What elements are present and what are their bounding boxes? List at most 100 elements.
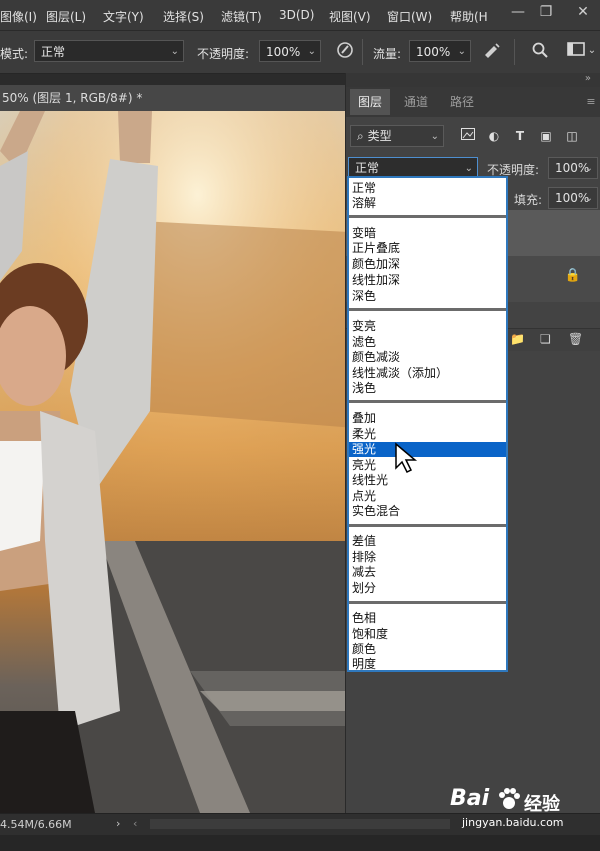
layer-opacity-field[interactable]: 100% ⌄ bbox=[548, 157, 598, 179]
separator bbox=[349, 215, 506, 218]
new-layer-icon[interactable]: ❏ bbox=[540, 332, 551, 346]
opacity-field[interactable]: 100% ⌄ bbox=[259, 40, 321, 62]
watermark-url: jingyan.baidu.com bbox=[462, 816, 564, 829]
flow-label: 流量: bbox=[373, 47, 402, 61]
menu-type[interactable]: 文字(Y) bbox=[103, 8, 144, 25]
bottom-strip bbox=[0, 835, 600, 851]
delete-layer-icon[interactable]: 🗑 bbox=[568, 332, 583, 346]
fill-label: 填充: bbox=[514, 193, 543, 207]
chevron-down-icon: ⌄ bbox=[584, 193, 593, 204]
new-group-icon[interactable]: 📁 bbox=[510, 332, 525, 346]
airbrush-icon[interactable] bbox=[482, 41, 502, 61]
blend-mode-dropdown: 正常 溶解 变暗 正片叠底 颜色加深 线性加深 深色 变亮 滤色 颜色减淡 线性… bbox=[347, 176, 508, 672]
chevron-down-icon: ⌄ bbox=[457, 46, 466, 57]
document-tab[interactable]: 50% (图层 1, RGB/8#) * bbox=[0, 85, 345, 111]
restore-icon[interactable]: ❐ bbox=[532, 0, 560, 26]
shape-filter-icon[interactable]: ▣ bbox=[538, 128, 554, 144]
menu-bar: 图像(I) 图层(L) 文字(Y) 选择(S) 滤镜(T) 3D(D) 视图(V… bbox=[0, 0, 600, 31]
options-bar: 模式: 正常 ⌄ 不透明度: 100% ⌄ 流量: 100% ⌄ ⌄ bbox=[0, 31, 600, 74]
menu-help[interactable]: 帮助(H bbox=[450, 8, 488, 25]
menu-view[interactable]: 视图(V) bbox=[329, 8, 371, 25]
separator bbox=[349, 524, 506, 527]
opacity-value: 100% bbox=[266, 45, 301, 59]
fill-field[interactable]: 100% ⌄ bbox=[548, 187, 598, 209]
blend-mode-exclusion[interactable]: 排除 bbox=[349, 550, 506, 565]
layer-filter-select[interactable]: ⌕ 类型 ⌄ bbox=[350, 125, 444, 147]
chevron-down-icon: ⌄ bbox=[584, 163, 593, 174]
chevron-down-icon: ⌄ bbox=[307, 46, 316, 57]
blend-mode-color-burn[interactable]: 颜色加深 bbox=[349, 257, 506, 272]
blend-mode-hard-light[interactable]: 强光 bbox=[349, 442, 506, 457]
tab-paths[interactable]: 路径 bbox=[442, 89, 482, 115]
chevron-down-icon[interactable]: ⌄ bbox=[586, 41, 598, 61]
blend-mode-soft-light[interactable]: 柔光 bbox=[349, 427, 506, 442]
blend-mode-color[interactable]: 颜色 bbox=[349, 642, 506, 657]
smart-object-filter-icon[interactable]: ◫ bbox=[564, 128, 580, 144]
chevron-left-icon[interactable]: ‹ bbox=[133, 817, 137, 830]
blend-mode-vivid-light[interactable]: 亮光 bbox=[349, 458, 506, 473]
horizontal-scrollbar[interactable] bbox=[150, 819, 450, 829]
blend-mode-saturation[interactable]: 饱和度 bbox=[349, 627, 506, 642]
blend-mode-normal[interactable]: 正常 bbox=[349, 181, 506, 196]
separator bbox=[349, 601, 506, 604]
lock-icon: 🔒 bbox=[564, 268, 581, 283]
separator bbox=[349, 400, 506, 403]
blend-mode-hard-mix[interactable]: 实色混合 bbox=[349, 504, 506, 519]
baidu-jingyan-watermark: Bai 经验 jingyan.baidu.com bbox=[440, 782, 600, 832]
blend-mode-difference[interactable]: 差值 bbox=[349, 534, 506, 549]
blend-mode-dissolve[interactable]: 溶解 bbox=[349, 196, 506, 211]
blend-mode-subtract[interactable]: 减去 bbox=[349, 565, 506, 580]
divider bbox=[514, 39, 515, 65]
divider bbox=[362, 39, 363, 65]
blend-mode-linear-burn[interactable]: 线性加深 bbox=[349, 273, 506, 288]
pressure-opacity-icon[interactable] bbox=[335, 41, 355, 61]
blend-mode-linear-light[interactable]: 线性光 bbox=[349, 473, 506, 488]
minimize-icon[interactable]: — bbox=[504, 0, 532, 26]
blend-mode-luminosity[interactable]: 明度 bbox=[349, 657, 506, 672]
menu-select[interactable]: 选择(S) bbox=[163, 8, 204, 25]
blend-mode-pin-light[interactable]: 点光 bbox=[349, 489, 506, 504]
document-title: 50% (图层 1, RGB/8#) * bbox=[2, 91, 143, 105]
search-icon[interactable] bbox=[530, 41, 550, 61]
search-icon: ⌕ bbox=[357, 129, 364, 143]
mode-label: 模式: bbox=[0, 47, 29, 61]
blend-mode-lighter-color[interactable]: 浅色 bbox=[349, 381, 506, 396]
separator bbox=[349, 308, 506, 311]
paw-icon bbox=[499, 788, 520, 809]
filter-kind-value: 类型 bbox=[367, 129, 392, 143]
blend-mode-screen[interactable]: 滤色 bbox=[349, 335, 506, 350]
image-filter-icon[interactable] bbox=[460, 128, 476, 144]
chevron-down-icon: ⌄ bbox=[430, 131, 439, 142]
blend-mode-overlay[interactable]: 叠加 bbox=[349, 411, 506, 426]
flow-field[interactable]: 100% ⌄ bbox=[409, 40, 471, 62]
menu-image[interactable]: 图像(I) bbox=[0, 8, 37, 25]
document-size: 4.54M/6.66M bbox=[0, 818, 72, 831]
blend-mode-linear-dodge[interactable]: 线性减淡（添加） bbox=[349, 366, 506, 381]
adjustment-filter-icon[interactable]: ◐ bbox=[486, 128, 502, 144]
workspace-icon[interactable] bbox=[566, 41, 586, 61]
blend-mode-divide[interactable]: 划分 bbox=[349, 581, 506, 596]
blend-mode-lighten[interactable]: 变亮 bbox=[349, 319, 506, 334]
blend-mode-darker-color[interactable]: 深色 bbox=[349, 289, 506, 304]
panel-menu-icon[interactable]: ≡ bbox=[584, 89, 598, 115]
blend-mode-hue[interactable]: 色相 bbox=[349, 611, 506, 626]
watermark-brand: Bai bbox=[450, 786, 490, 811]
blend-mode-value: 正常 bbox=[355, 161, 380, 175]
tab-layers[interactable]: 图层 bbox=[350, 89, 390, 115]
mouse-cursor-icon bbox=[395, 442, 418, 474]
blend-mode-color-dodge[interactable]: 颜色减淡 bbox=[349, 350, 506, 365]
menu-window[interactable]: 窗口(W) bbox=[387, 8, 432, 25]
chevron-right-icon[interactable]: › bbox=[116, 817, 120, 830]
collapse-icon[interactable]: » bbox=[346, 73, 600, 87]
mode-select[interactable]: 正常 ⌄ bbox=[34, 40, 184, 62]
menu-layer[interactable]: 图层(L) bbox=[46, 8, 86, 25]
menu-filter[interactable]: 滤镜(T) bbox=[221, 8, 262, 25]
flow-value: 100% bbox=[416, 45, 451, 59]
blend-mode-darken[interactable]: 变暗 bbox=[349, 226, 506, 241]
close-icon[interactable]: ✕ bbox=[566, 0, 600, 26]
tab-channels[interactable]: 通道 bbox=[396, 89, 436, 115]
type-filter-icon[interactable]: T bbox=[512, 128, 528, 144]
mode-value: 正常 bbox=[41, 45, 66, 59]
menu-3d[interactable]: 3D(D) bbox=[279, 8, 314, 22]
blend-mode-multiply[interactable]: 正片叠底 bbox=[349, 241, 506, 256]
